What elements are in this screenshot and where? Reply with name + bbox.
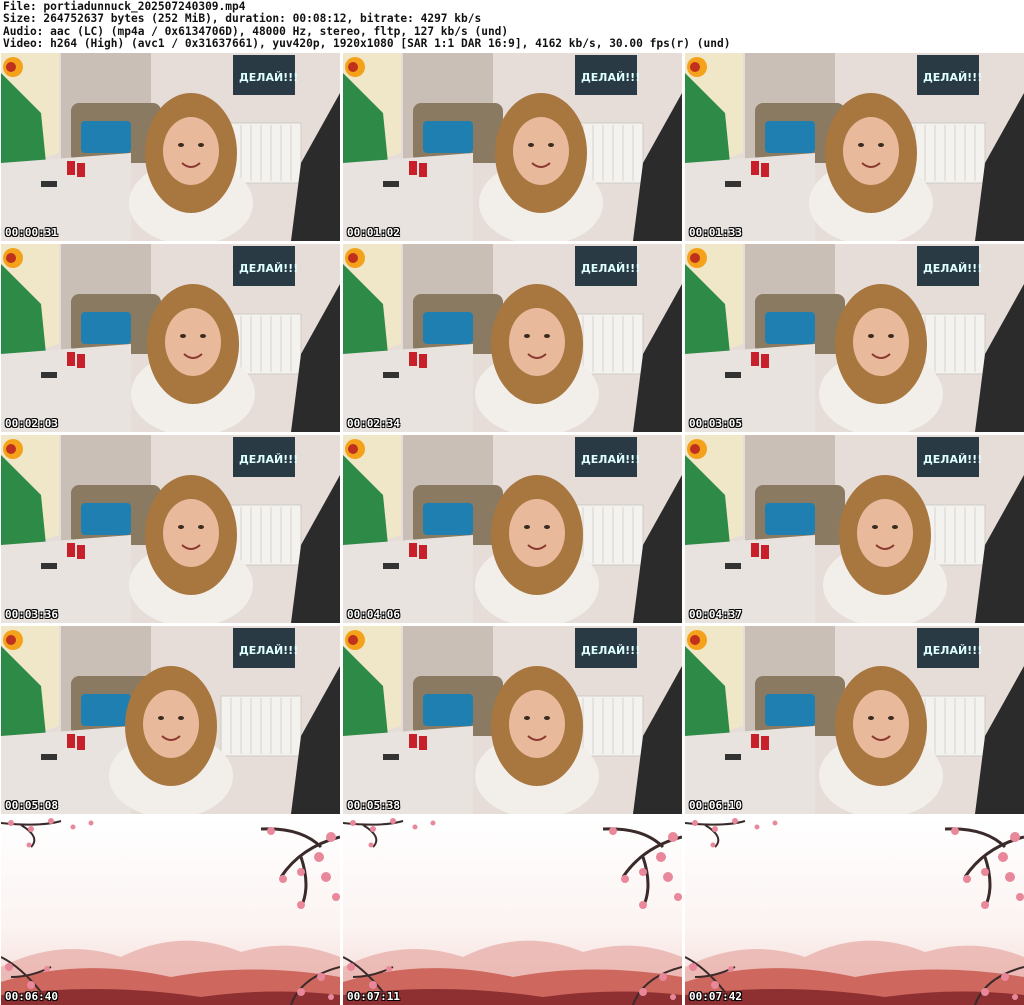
thumbnail-timestamp: 00:01:02 <box>347 226 400 239</box>
video-frame: ДЕЛАЙ!!! <box>343 244 682 432</box>
poster-text: ДЕЛАЙ!!! <box>239 262 298 275</box>
thumbnail-timestamp: 00:02:03 <box>5 417 58 430</box>
thumbnail-timestamp: 00:03:05 <box>689 417 742 430</box>
thumbnail: ДЕЛАЙ!!! 00:04:06 <box>343 435 682 623</box>
video-frame <box>343 817 682 1005</box>
poster-text: ДЕЛАЙ!!! <box>581 644 640 657</box>
poster-text: ДЕЛАЙ!!! <box>923 71 982 84</box>
thumbnail: 00:07:42 <box>685 817 1024 1005</box>
poster-text: ДЕЛАЙ!!! <box>581 71 640 84</box>
poster-text: ДЕЛАЙ!!! <box>239 644 298 657</box>
thumbnail-timestamp: 00:05:38 <box>347 799 400 812</box>
thumbnail-grid: ДЕЛАЙ!!! 00:00:31 ДЕЛАЙ!!! 00:01:02 ДЕЛА… <box>1 53 1024 1005</box>
thumbnail-timestamp: 00:07:11 <box>347 990 400 1003</box>
thumbnail: ДЕЛАЙ!!! 00:00:31 <box>1 53 340 241</box>
thumbnail: ДЕЛАЙ!!! 00:04:37 <box>685 435 1024 623</box>
video-frame: ДЕЛАЙ!!! <box>343 53 682 241</box>
video-frame: ДЕЛАЙ!!! <box>685 53 1024 241</box>
thumbnail-timestamp: 00:00:31 <box>5 226 58 239</box>
thumbnail: ДЕЛАЙ!!! 00:02:03 <box>1 244 340 432</box>
thumbnail-timestamp: 00:06:10 <box>689 799 742 812</box>
video-frame <box>1 817 340 1005</box>
video-frame: ДЕЛАЙ!!! <box>343 435 682 623</box>
thumbnail: ДЕЛАЙ!!! 00:05:08 <box>1 626 340 814</box>
poster-text: ДЕЛАЙ!!! <box>239 453 298 466</box>
thumbnail-timestamp: 00:01:33 <box>689 226 742 239</box>
thumbnail-timestamp: 00:06:40 <box>5 990 58 1003</box>
thumbnail: ДЕЛАЙ!!! 00:03:36 <box>1 435 340 623</box>
video-frame: ДЕЛАЙ!!! <box>685 626 1024 814</box>
thumbnail: ДЕЛАЙ!!! 00:02:34 <box>343 244 682 432</box>
thumbnail-timestamp: 00:04:37 <box>689 608 742 621</box>
poster-text: ДЕЛАЙ!!! <box>581 453 640 466</box>
thumbnail-timestamp: 00:07:42 <box>689 990 742 1003</box>
thumbnail-timestamp: 00:04:06 <box>347 608 400 621</box>
video-info-line: Video: h264 (High) (avc1 / 0x31637661), … <box>3 37 731 51</box>
video-frame: ДЕЛАЙ!!! <box>685 244 1024 432</box>
poster-text: ДЕЛАЙ!!! <box>581 262 640 275</box>
thumbnail: ДЕЛАЙ!!! 00:01:33 <box>685 53 1024 241</box>
poster-text: ДЕЛАЙ!!! <box>923 453 982 466</box>
thumbnail: 00:07:11 <box>343 817 682 1005</box>
thumbnail-timestamp: 00:03:36 <box>5 608 58 621</box>
video-frame <box>685 817 1024 1005</box>
video-frame: ДЕЛАЙ!!! <box>1 53 340 241</box>
poster-text: ДЕЛАЙ!!! <box>923 262 982 275</box>
video-frame: ДЕЛАЙ!!! <box>343 626 682 814</box>
video-frame: ДЕЛАЙ!!! <box>1 435 340 623</box>
poster-text: ДЕЛАЙ!!! <box>239 71 298 84</box>
thumbnail: ДЕЛАЙ!!! 00:05:38 <box>343 626 682 814</box>
video-frame: ДЕЛАЙ!!! <box>685 435 1024 623</box>
thumbnail: ДЕЛАЙ!!! 00:01:02 <box>343 53 682 241</box>
poster-text: ДЕЛАЙ!!! <box>923 644 982 657</box>
thumbnail-timestamp: 00:02:34 <box>347 417 400 430</box>
thumbnail-timestamp: 00:05:08 <box>5 799 58 812</box>
video-frame: ДЕЛАЙ!!! <box>1 244 340 432</box>
file-info-header: File: portiadunnuck_202507240309.mp4 Siz… <box>0 0 1024 52</box>
thumbnail: 00:06:40 <box>1 817 340 1005</box>
thumbnail: ДЕЛАЙ!!! 00:03:05 <box>685 244 1024 432</box>
video-frame: ДЕЛАЙ!!! <box>1 626 340 814</box>
file-size-line: Size: 264752637 bytes (252 MiB), duratio… <box>3 12 482 26</box>
thumbnail: ДЕЛАЙ!!! 00:06:10 <box>685 626 1024 814</box>
